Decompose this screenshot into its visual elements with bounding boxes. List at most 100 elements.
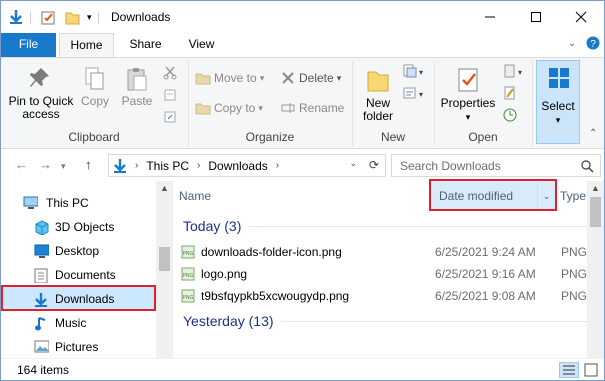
up-icon[interactable]: ↑ bbox=[85, 157, 92, 172]
back-icon[interactable]: ← bbox=[15, 157, 28, 172]
customize-toolbar-icon[interactable]: ▾ bbox=[87, 9, 92, 25]
nav-item-music[interactable]: Music bbox=[1, 311, 156, 335]
paste-button[interactable]: Paste bbox=[119, 66, 155, 108]
ribbon: Pin to Quick access Copy Paste Clipboard… bbox=[1, 57, 604, 149]
details-view-icon[interactable] bbox=[559, 362, 579, 378]
select-button[interactable]: Select ▾ bbox=[536, 60, 580, 144]
ribbon-chevron-up-icon[interactable]: ⌃ bbox=[589, 128, 597, 139]
paste-shortcut-icon[interactable] bbox=[163, 110, 177, 127]
nav-item-this-pc[interactable]: This PC bbox=[1, 191, 156, 215]
large-icons-view-icon[interactable] bbox=[583, 362, 599, 380]
copy-to-icon bbox=[195, 103, 211, 115]
close-icon[interactable] bbox=[558, 1, 604, 33]
properties-label: Properties bbox=[440, 96, 496, 110]
pin-label-line2: access bbox=[22, 107, 60, 121]
edit-icon[interactable] bbox=[503, 86, 517, 103]
open-group: Properties ▾ ▾ Open bbox=[435, 58, 531, 148]
new-folder-button[interactable]: New folder bbox=[357, 66, 399, 123]
scrollbar-thumb[interactable] bbox=[159, 247, 170, 271]
nav-item-3d-objects[interactable]: 3D Objects bbox=[1, 215, 156, 239]
file-type: PNG bbox=[561, 289, 588, 303]
move-to-label: Move to bbox=[214, 71, 257, 85]
copy-path-icon[interactable] bbox=[163, 88, 177, 105]
this-pc-icon bbox=[23, 196, 38, 209]
cut-icon[interactable] bbox=[163, 66, 177, 83]
tab-view[interactable]: View bbox=[179, 33, 224, 57]
breadcrumb-this-pc[interactable]: This PC bbox=[146, 159, 189, 173]
group-header-today[interactable]: Today (3) bbox=[183, 218, 603, 234]
file-type: PNG bbox=[561, 245, 588, 259]
properties-button[interactable]: Properties ▾ bbox=[437, 66, 499, 124]
new-item-icon[interactable]: ▾ bbox=[403, 64, 423, 81]
copy-label: Copy bbox=[80, 94, 109, 108]
search-input[interactable]: Search Downloads bbox=[391, 154, 601, 177]
address-dropdown-icon[interactable]: ⌄ bbox=[349, 158, 357, 169]
file-date: 6/25/2021 9:08 AM bbox=[435, 289, 536, 303]
properties-icon bbox=[458, 68, 478, 92]
new-folder-icon bbox=[367, 71, 389, 92]
nav-label: Music bbox=[55, 316, 87, 330]
nav-item-desktop[interactable]: Desktop bbox=[1, 239, 156, 263]
delete-button[interactable]: Delete ▾ bbox=[281, 68, 341, 88]
properties-quick-icon[interactable] bbox=[41, 9, 56, 25]
recent-locations-icon[interactable]: ▾ bbox=[61, 161, 66, 172]
pictures-icon bbox=[34, 340, 49, 353]
3d-objects-icon bbox=[35, 220, 49, 235]
group-separator bbox=[532, 62, 533, 146]
nav-pane-scrollbar[interactable]: ▲ bbox=[156, 181, 173, 358]
easy-access-icon[interactable]: ▾ bbox=[403, 86, 423, 103]
nav-label: Documents bbox=[55, 268, 116, 282]
svg-text:PNG: PNG bbox=[183, 251, 194, 257]
file-list-scrollbar[interactable]: ▲ bbox=[587, 181, 604, 358]
move-to-button[interactable]: Move to ▾ bbox=[195, 68, 264, 88]
history-icon[interactable] bbox=[503, 108, 517, 125]
search-icon bbox=[581, 160, 594, 173]
svg-text:▾: ▾ bbox=[518, 68, 522, 77]
group-header-yesterday[interactable]: Yesterday (13) bbox=[183, 313, 603, 329]
column-type-label: Type bbox=[560, 189, 587, 203]
help-icon[interactable]: ? bbox=[586, 36, 600, 53]
open-icon[interactable]: ▾ bbox=[503, 64, 523, 81]
file-row[interactable]: PNG downloads-folder-icon.png 6/25/2021 … bbox=[173, 241, 604, 263]
address-bar[interactable]: › This PC › Downloads › ⌄ ⟳ bbox=[108, 154, 386, 177]
file-name: t9bsfqypkb5xcwougydp.png bbox=[201, 289, 350, 303]
collapse-ribbon-icon[interactable]: ⌄ bbox=[568, 38, 576, 49]
paste-icon bbox=[127, 68, 147, 91]
svg-text:▾: ▾ bbox=[419, 90, 423, 99]
column-name[interactable]: Name bbox=[179, 181, 429, 211]
copy-to-button[interactable]: Copy to ▾ bbox=[195, 98, 263, 118]
scrollbar-thumb[interactable] bbox=[590, 197, 601, 227]
minimize-icon[interactable] bbox=[467, 1, 513, 33]
file-date: 6/25/2021 9:16 AM bbox=[435, 267, 536, 281]
scroll-up-icon[interactable]: ▲ bbox=[591, 183, 600, 193]
rename-button[interactable]: Rename bbox=[281, 98, 344, 118]
select-icon bbox=[549, 68, 569, 88]
forward-icon[interactable]: → bbox=[39, 157, 52, 172]
downloads-arrow-icon[interactable] bbox=[9, 9, 23, 25]
refresh-icon[interactable]: ⟳ bbox=[369, 158, 379, 172]
scroll-up-icon[interactable]: ▲ bbox=[160, 183, 169, 193]
paste-label: Paste bbox=[121, 94, 153, 108]
nav-label: 3D Objects bbox=[55, 220, 115, 234]
file-row[interactable]: PNG t9bsfqypkb5xcwougydp.png 6/25/2021 9… bbox=[173, 285, 604, 307]
move-to-icon bbox=[195, 73, 211, 85]
file-name: downloads-folder-icon.png bbox=[201, 245, 342, 259]
new-folder-line1: New bbox=[365, 96, 390, 110]
music-icon bbox=[35, 317, 46, 331]
nav-item-documents[interactable]: Documents bbox=[1, 263, 156, 287]
tab-file[interactable]: File bbox=[1, 33, 56, 57]
column-name-label: Name bbox=[179, 189, 212, 203]
clipboard-group-label: Clipboard bbox=[68, 130, 120, 144]
pin-to-quick-access-button[interactable]: Pin to Quick access bbox=[5, 66, 77, 121]
breadcrumb-downloads[interactable]: Downloads bbox=[208, 159, 267, 173]
file-row[interactable]: PNG logo.png 6/25/2021 9:16 AM PNG bbox=[173, 263, 604, 285]
copy-button[interactable]: Copy bbox=[77, 66, 113, 108]
ribbon-tabs: File Home Share View ⌄ ? bbox=[1, 33, 604, 57]
nav-item-pictures[interactable]: Pictures bbox=[1, 335, 156, 359]
desktop-icon bbox=[34, 244, 49, 258]
tab-home[interactable]: Home bbox=[59, 33, 114, 57]
maximize-icon[interactable] bbox=[513, 1, 559, 33]
documents-icon bbox=[34, 268, 48, 283]
tab-share[interactable]: Share bbox=[123, 33, 168, 57]
new-folder-quick-icon[interactable] bbox=[65, 9, 80, 25]
